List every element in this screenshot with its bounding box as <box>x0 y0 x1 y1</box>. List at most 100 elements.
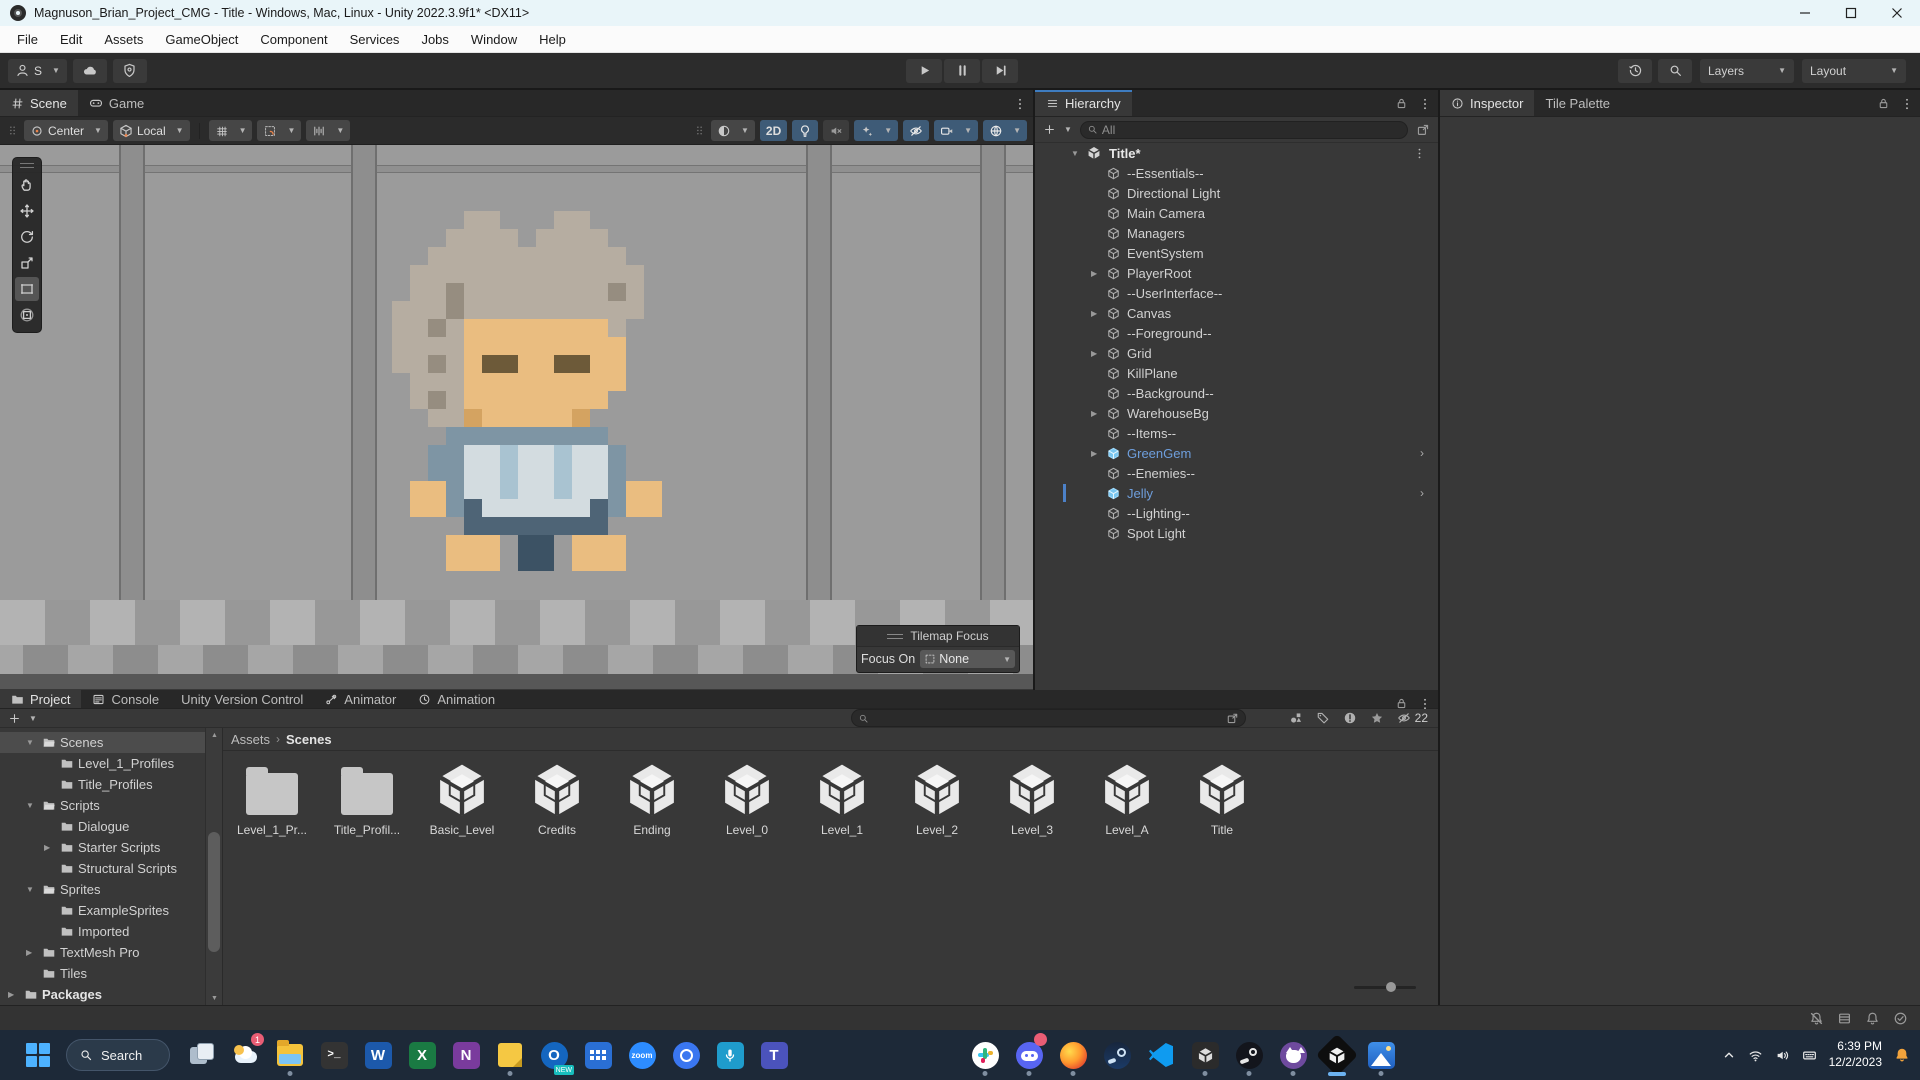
notifications-muted-icon[interactable] <box>1809 1011 1824 1026</box>
taskbar-app-teams[interactable]: T <box>752 1035 796 1075</box>
project-tree-item-examplesprites[interactable]: ExampleSprites <box>0 900 205 921</box>
hierarchy-scene-root[interactable]: ▼ Title* <box>1035 143 1438 163</box>
create-asset-button[interactable]: ▼ <box>8 712 37 725</box>
taskbar-app-signal[interactable] <box>664 1035 708 1075</box>
slider-knob[interactable] <box>1386 982 1396 992</box>
hierarchy-item-managers[interactable]: Managers <box>1035 223 1438 243</box>
pick-object-icon[interactable] <box>1416 123 1430 137</box>
toggle-2d-button[interactable]: 2D <box>760 120 787 141</box>
favorites-icon[interactable] <box>1370 711 1384 725</box>
asset-basic-level[interactable]: Basic_Level <box>419 761 505 837</box>
start-button[interactable] <box>26 1043 50 1067</box>
hierarchy-item-items[interactable]: --Items-- <box>1035 423 1438 443</box>
step-button[interactable] <box>982 59 1018 83</box>
expand-arrow-icon[interactable]: ▶ <box>8 990 14 999</box>
ruler-snap-button[interactable]: ▼ <box>306 120 350 141</box>
taskbar-app-vscode[interactable] <box>1139 1035 1183 1075</box>
taskbar-app-sticky-notes[interactable] <box>488 1035 532 1075</box>
tab-animation[interactable]: Animation <box>407 690 506 708</box>
hierarchy-item-main-camera[interactable]: Main Camera <box>1035 203 1438 223</box>
scale-tool-button[interactable] <box>15 251 39 275</box>
filter-by-label-icon[interactable] <box>1316 711 1330 725</box>
icon-size-slider[interactable] <box>1354 986 1416 989</box>
grid-snap-button[interactable]: ▼ <box>209 120 253 141</box>
asset-ending[interactable]: Ending <box>609 761 695 837</box>
kebab-menu-icon[interactable] <box>1013 97 1027 111</box>
taskbar-app-calendar[interactable] <box>576 1035 620 1075</box>
shading-mode-button[interactable]: ▼ <box>711 120 755 141</box>
kebab-menu-icon[interactable] <box>1900 97 1914 111</box>
menu-component[interactable]: Component <box>249 26 338 52</box>
tab-inspector[interactable]: Inspector <box>1440 90 1534 116</box>
taskbar-app-zoom[interactable]: zoom <box>620 1035 664 1075</box>
expand-arrow-icon[interactable]: ▼ <box>26 738 34 747</box>
filter-by-type-icon[interactable] <box>1289 711 1303 725</box>
drag-handle-icon[interactable] <box>20 163 34 168</box>
menu-services[interactable]: Services <box>339 26 411 52</box>
wifi-icon[interactable] <box>1748 1048 1763 1063</box>
taskbar-app-steam[interactable] <box>1095 1035 1139 1075</box>
taskbar-app-slack[interactable] <box>963 1035 1007 1075</box>
tab-unity-version-control[interactable]: Unity Version Control <box>170 690 314 708</box>
progress-bell-icon[interactable] <box>1865 1011 1880 1026</box>
taskbar-search[interactable]: Search <box>66 1039 170 1071</box>
move-tool-button[interactable] <box>15 199 39 223</box>
account-button[interactable]: S ▼ <box>8 59 67 83</box>
drag-handle-icon[interactable] <box>693 124 706 137</box>
breadcrumb-assets[interactable]: Assets <box>231 732 270 747</box>
project-tree-item-tiles[interactable]: Tiles <box>0 963 205 984</box>
breadcrumb-scenes[interactable]: Scenes <box>286 732 332 747</box>
close-button[interactable] <box>1874 0 1920 26</box>
project-tree-item-sprites[interactable]: ▼Sprites <box>0 879 205 900</box>
taskbar-app-firefox[interactable] <box>1051 1035 1095 1075</box>
hierarchy-item-directional-light[interactable]: Directional Light <box>1035 183 1438 203</box>
hierarchy-item-eventsystem[interactable]: EventSystem <box>1035 243 1438 263</box>
hierarchy-item-userinterface[interactable]: --UserInterface-- <box>1035 283 1438 303</box>
expand-arrow-icon[interactable]: ▼ <box>26 801 34 810</box>
transform-tool-button[interactable] <box>15 303 39 327</box>
project-tree-item-title-profiles[interactable]: Title_Profiles <box>0 774 205 795</box>
expand-arrow-icon[interactable]: ▶ <box>1091 449 1097 458</box>
menu-edit[interactable]: Edit <box>49 26 93 52</box>
asset-level-1-pr-[interactable]: Level_1_Pr... <box>229 761 315 837</box>
asset-title-profil-[interactable]: Title_Profil... <box>324 761 410 837</box>
tree-scrollbar[interactable]: ▲ ▼ <box>205 728 222 1005</box>
tab-scene[interactable]: Scene <box>0 90 78 116</box>
taskbar-app-word[interactable]: W <box>356 1035 400 1075</box>
asset-level-3[interactable]: Level_3 <box>989 761 1075 837</box>
asset-level-2[interactable]: Level_2 <box>894 761 980 837</box>
menu-gameobject[interactable]: GameObject <box>154 26 249 52</box>
expand-arrow-icon[interactable]: ▶ <box>26 948 32 957</box>
menu-file[interactable]: File <box>6 26 49 52</box>
hierarchy-item-playerroot[interactable]: ▶PlayerRoot <box>1035 263 1438 283</box>
create-object-button[interactable]: ▼ <box>1043 123 1072 136</box>
tab-hierarchy[interactable]: Hierarchy <box>1035 90 1132 116</box>
project-tree-item-scenes[interactable]: ▼Scenes <box>0 732 205 753</box>
project-tree-item-level-1-profiles[interactable]: Level_1_Profiles <box>0 753 205 774</box>
expand-arrow-icon[interactable]: ▶ <box>44 843 50 852</box>
pause-button[interactable] <box>944 59 980 83</box>
camera-settings-button[interactable]: ▼ <box>934 120 978 141</box>
drag-handle-icon[interactable] <box>887 634 903 639</box>
taskbar-app-excel[interactable]: X <box>400 1035 444 1075</box>
hierarchy-item-jelly[interactable]: Jelly› <box>1035 483 1438 503</box>
taskbar-app-file-explorer[interactable] <box>268 1035 312 1075</box>
search-by-icon[interactable] <box>1226 712 1239 725</box>
hierarchy-item-canvas[interactable]: ▶Canvas <box>1035 303 1438 323</box>
asset-level-1[interactable]: Level_1 <box>799 761 885 837</box>
menu-assets[interactable]: Assets <box>93 26 154 52</box>
taskbar-app-unity-hub[interactable] <box>1183 1035 1227 1075</box>
hierarchy-item-killplane[interactable]: KillPlane <box>1035 363 1438 383</box>
project-tree-item-scripts[interactable]: ▼Scripts <box>0 795 205 816</box>
pivot-mode-button[interactable]: Center▼ <box>24 120 108 141</box>
increment-snap-button[interactable]: ▼ <box>257 120 301 141</box>
cloud-services-button[interactable] <box>73 59 107 83</box>
rotate-tool-button[interactable] <box>15 225 39 249</box>
log-filter-icon[interactable] <box>1343 711 1357 725</box>
kebab-menu-icon[interactable] <box>1413 147 1426 160</box>
hidden-count-badge[interactable]: 22 <box>1397 711 1428 725</box>
lock-icon[interactable] <box>1395 97 1408 110</box>
prefab-open-chevron[interactable]: › <box>1420 446 1424 460</box>
hierarchy-item-essentials[interactable]: --Essentials-- <box>1035 163 1438 183</box>
taskbar-app-github[interactable] <box>1271 1035 1315 1075</box>
